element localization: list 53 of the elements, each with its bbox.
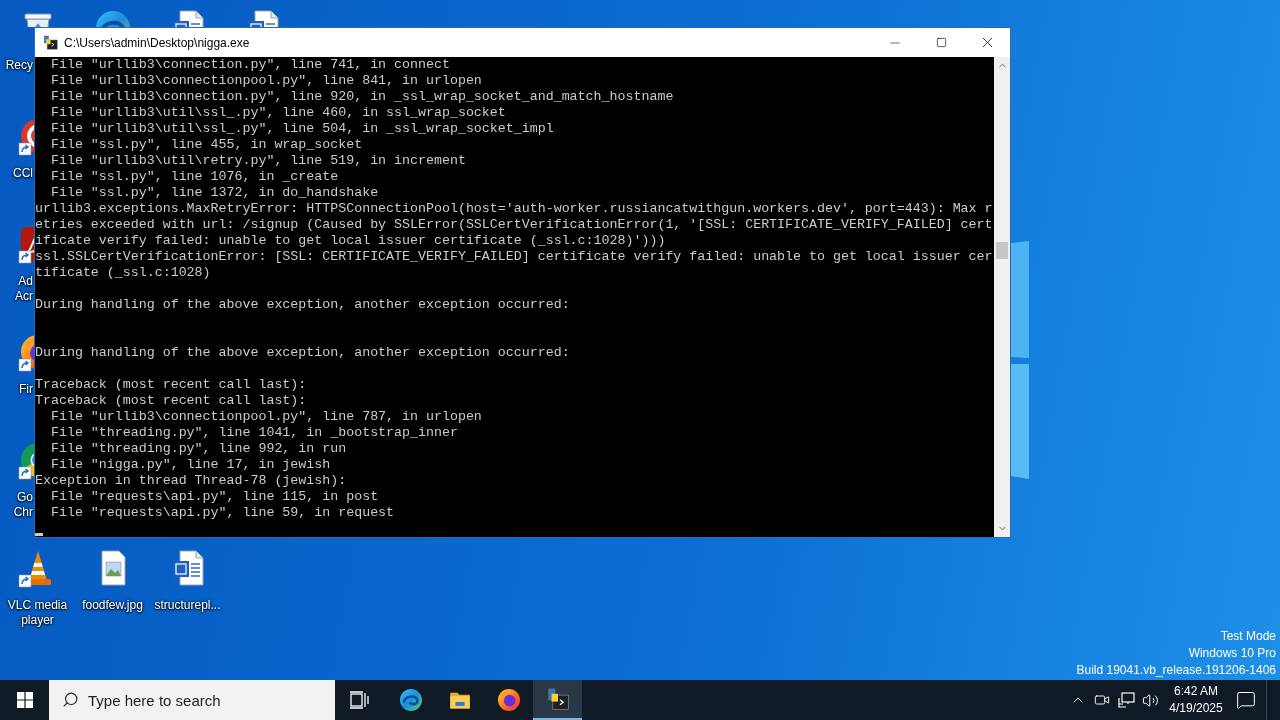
console-line: File "requests\api.py", line 59, in request bbox=[49, 505, 395, 521]
desktop-icon-label: Fir bbox=[18, 382, 34, 397]
console-line: tificate (_ssl.c:1028) bbox=[35, 265, 211, 281]
clock-button[interactable]: 6:42 AM 4/19/2025 bbox=[1166, 683, 1226, 717]
maximize-icon[interactable] bbox=[935, 37, 947, 48]
console-line: File "ssl.py", line 1076, in _create bbox=[49, 169, 339, 185]
console-line: ificate verify failed: unable to get local issuer certificate (_ssl.c:1028)'))) bbox=[35, 233, 666, 249]
desktop-icon-label: Go Chr bbox=[12, 490, 34, 520]
console-line: etries exceeded with url: /signup (Caused by SSLError(SSLCertVerificationError(1, '[SSL: CERTIFICATE_VERIFY_FAILED] cert bbox=[35, 217, 993, 233]
console-line: During handling of the above exception, another exception occurred: bbox=[35, 297, 570, 313]
console-app-icon bbox=[42, 34, 59, 51]
task-view-icon[interactable] bbox=[349, 691, 369, 709]
desktop-icon-label: Recy bbox=[4, 58, 34, 73]
search-icon bbox=[62, 691, 79, 708]
console-line: File "ssl.py", line 455, in wrap_socket bbox=[49, 137, 363, 153]
window-title: C:\Users\admin\Desktop\nigga.exe bbox=[64, 34, 250, 52]
scrollbar[interactable] bbox=[994, 57, 1010, 537]
notification-icon[interactable] bbox=[1236, 690, 1256, 710]
desktop-icon-label: foodfew.jpg bbox=[81, 598, 144, 613]
console-line: Traceback (most recent call last): bbox=[35, 377, 307, 393]
speaker-icon[interactable] bbox=[1141, 691, 1159, 709]
console-line: urllib3.exceptions.MaxRetryError: HTTPSConnectionPool(host='auth-worker.russiancatwithgun.workers.dev', port=443): Max r bbox=[35, 201, 993, 217]
fox-logo-icon[interactable] bbox=[495, 687, 522, 713]
desktop-watermark-text: Build 19041.vb_release.191206-1406 bbox=[1076, 662, 1276, 679]
console-line: File "urllib3\util\retry.py", line 519, in increment bbox=[49, 153, 466, 169]
console-line: File "requests\api.py", line 115, in post bbox=[49, 489, 379, 505]
windows-logo-icon[interactable] bbox=[16, 692, 33, 708]
camera-icon[interactable] bbox=[1094, 692, 1110, 708]
console-line: File "nigga.py", line 17, in jewish bbox=[49, 457, 331, 473]
console-line: File "urllib3\connection.py", line 920, in _ssl_wrap_socket_and_match_hostname bbox=[49, 89, 674, 105]
console-line: ssl.SSLCertVerificationError: [SSL: CERTIFICATE_VERIFY_FAILED] certificate verify failed: unable to get local issuer cer bbox=[35, 249, 993, 265]
wave-logo-icon[interactable] bbox=[397, 687, 424, 713]
desktop-icon-label: CCl bbox=[12, 166, 34, 181]
console-line: File "ssl.py", line 1372, in do_handshake bbox=[49, 185, 379, 201]
console-line: File "urllib3\connectionpool.py", line 841, in urlopen bbox=[49, 73, 482, 89]
console-line: File "threading.py", line 1041, in _bootstrap_inner bbox=[49, 425, 458, 441]
desktop-watermark-text: Test Mode bbox=[1220, 628, 1276, 645]
desktop-icon-label: structurepl... bbox=[153, 598, 222, 613]
desktop-icon-label: Ad Acr bbox=[14, 274, 34, 304]
taskbar-app-button[interactable] bbox=[533, 680, 582, 720]
desktop-watermark-text: Windows 10 Pro bbox=[1188, 645, 1276, 662]
console-line: File "urllib3\util\ssl_.py", line 504, in _ssl_wrap_socket_impl bbox=[49, 121, 554, 137]
console-line: File "urllib3\util\ssl_.py", line 460, in ssl_wrap_socket bbox=[49, 105, 506, 121]
network-icon[interactable] bbox=[1117, 692, 1135, 708]
scrollbar-thumb[interactable] bbox=[996, 242, 1008, 259]
console-line: File "urllib3\connection.py", line 741, in connect bbox=[49, 57, 450, 73]
console-line: File "threading.py", line 992, in run bbox=[49, 441, 347, 457]
search-field[interactable]: Type here to search bbox=[49, 680, 335, 720]
console-line: Traceback (most recent call last): bbox=[35, 393, 307, 409]
console-line: Exception in thread Thread-78 (jewish): bbox=[35, 473, 347, 489]
desktop-icon-label: VLC media player bbox=[6, 598, 69, 628]
console-line: File "urllib3\connectionpool.py", line 787, in urlopen bbox=[49, 409, 482, 425]
console-line: During handling of the above exception, another exception occurred: bbox=[35, 345, 570, 361]
